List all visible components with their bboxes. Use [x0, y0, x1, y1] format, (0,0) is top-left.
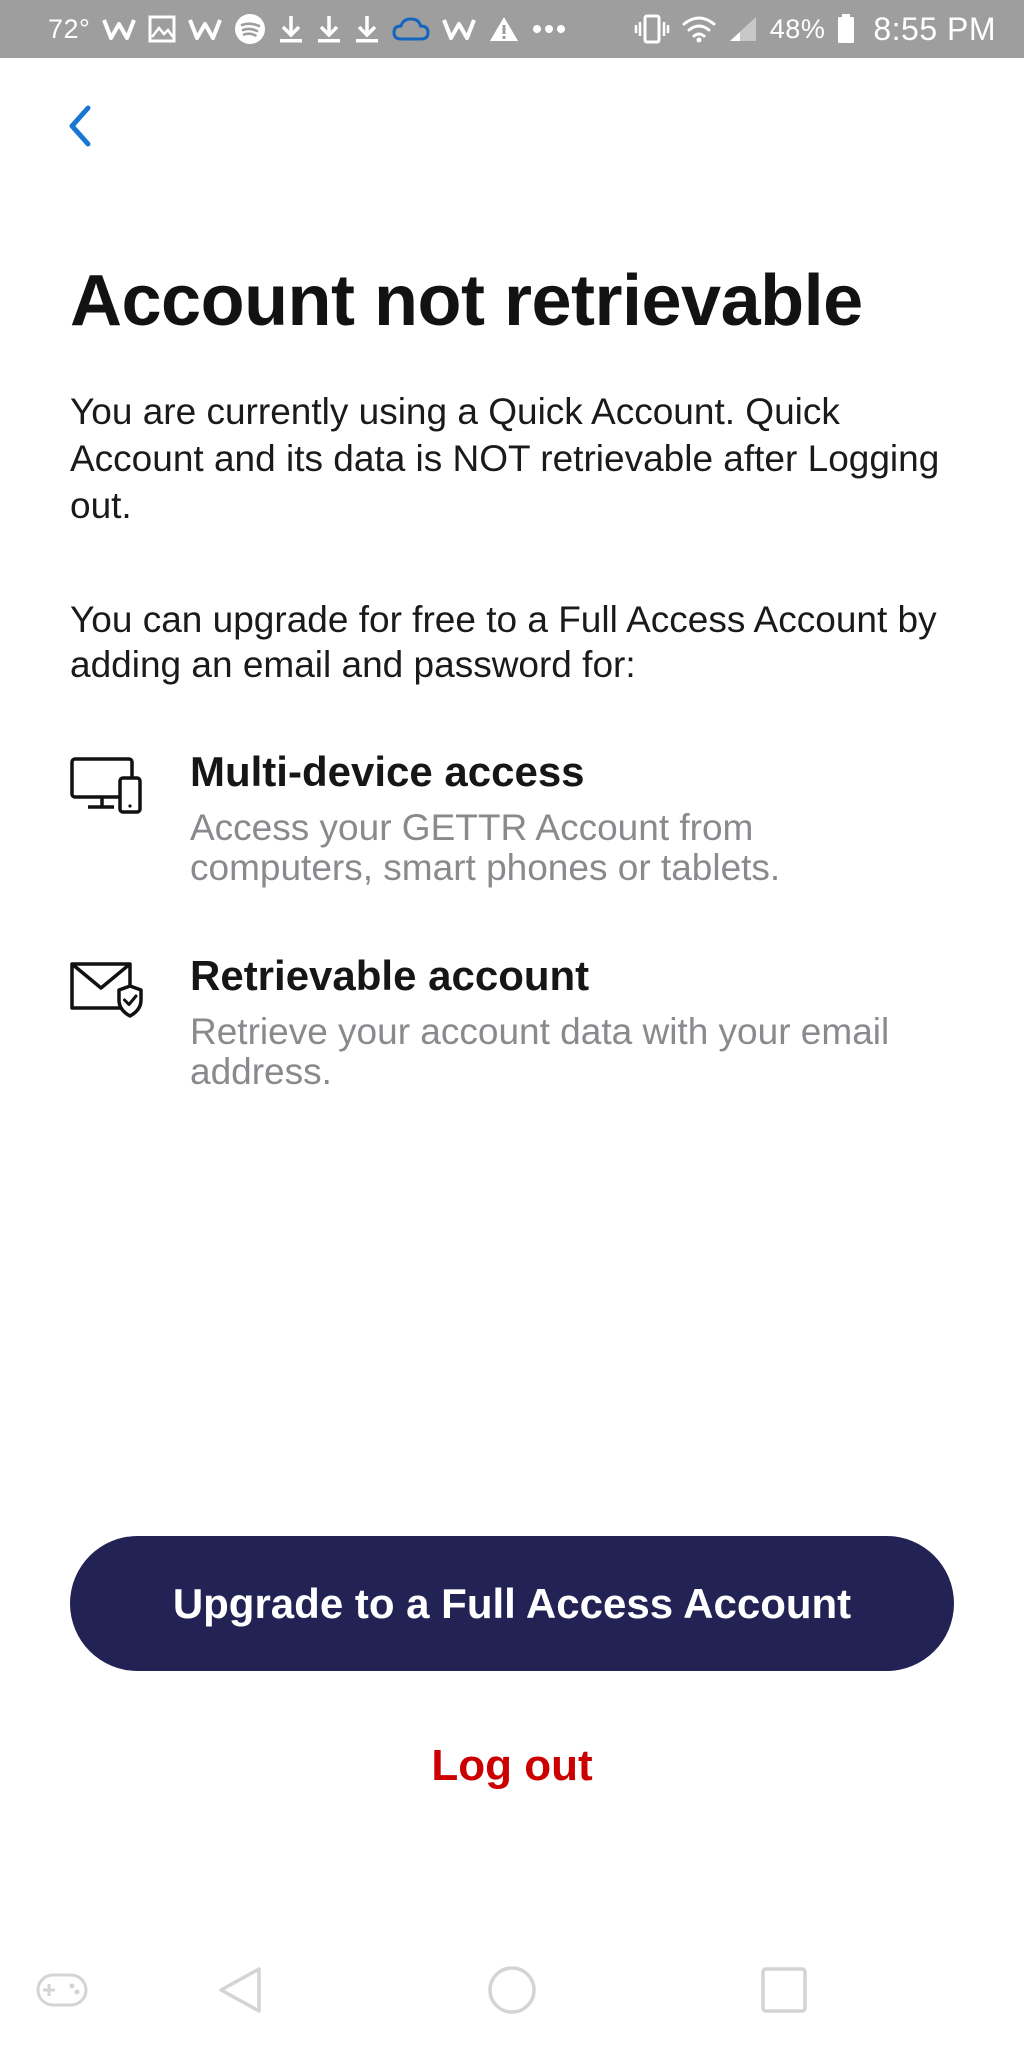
feature-description: Retrieve your account data with your ema… — [190, 1011, 890, 1092]
vibrate-icon — [634, 12, 670, 46]
wifi-icon — [682, 12, 716, 46]
upgrade-intro-text: You can upgrade for free to a Full Acces… — [70, 599, 937, 685]
w-app-icon — [188, 12, 223, 46]
clock-text: 8:55 PM — [873, 10, 996, 47]
signal-icon — [728, 12, 758, 46]
upgrade-full-access-button[interactable]: Upgrade to a Full Access Account — [70, 1536, 954, 1671]
cloud-icon — [392, 12, 430, 46]
status-bar: 72° 48% 8:55 PM — [0, 0, 1024, 58]
nav-home-button[interactable] — [480, 1960, 544, 2024]
status-bar-right: 48% 8:55 PM — [634, 11, 996, 48]
battery-icon — [837, 12, 855, 46]
download-icon — [316, 12, 342, 46]
download-icon — [354, 12, 380, 46]
gamepad-icon — [35, 1970, 89, 2015]
status-bar-left: 72° — [48, 12, 566, 46]
image-icon — [148, 12, 176, 46]
nav-back-button[interactable] — [208, 1960, 272, 2024]
navigation-bar — [0, 1940, 1024, 2048]
gamepad-button[interactable] — [30, 1960, 94, 2024]
feature-description: Access your GETTR Account from computers… — [190, 807, 781, 888]
w-app-icon — [102, 12, 137, 46]
feature-title: Retrievable account — [190, 952, 590, 999]
recents-square-icon — [759, 1965, 809, 2020]
more-icon — [532, 12, 566, 46]
spotify-icon — [234, 12, 266, 46]
chevron-left-icon — [66, 104, 94, 153]
w-app-icon — [442, 12, 477, 46]
back-triangle-icon — [217, 1965, 263, 2020]
page-title: Account not retrievable — [70, 261, 863, 341]
feature-title: Multi-device access — [190, 748, 585, 795]
battery-percent-text: 48% — [769, 13, 826, 44]
home-circle-icon — [486, 1964, 538, 2021]
warning-icon — [488, 12, 520, 46]
temperature-text: 72° — [48, 13, 91, 44]
devices-icon — [70, 756, 144, 816]
download-icon — [278, 12, 304, 46]
quick-account-warning-text: You are currently using a Quick Account.… — [70, 391, 940, 526]
mail-shield-icon — [70, 960, 144, 1020]
logout-button[interactable]: Log out — [312, 1736, 712, 1796]
nav-recents-button[interactable] — [752, 1960, 816, 2024]
back-button[interactable] — [56, 104, 104, 152]
